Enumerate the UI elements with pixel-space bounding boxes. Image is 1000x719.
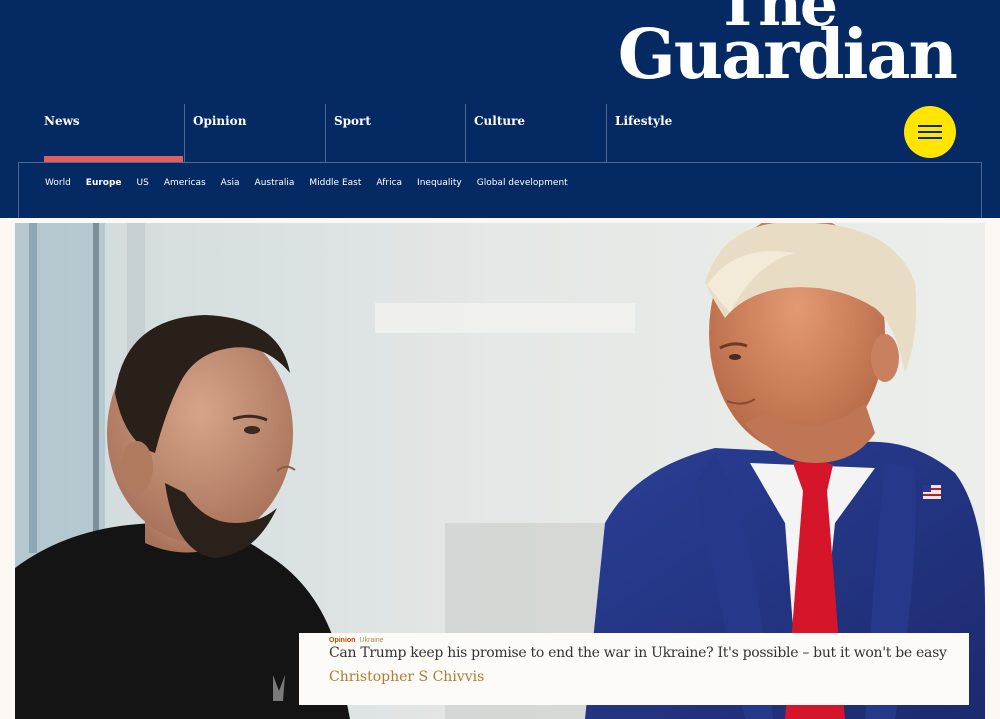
hamburger-icon-bar: [918, 137, 942, 139]
pillar-culture[interactable]: Culture: [465, 104, 605, 162]
article-section[interactable]: Opinion: [329, 637, 355, 644]
pillar-opinion[interactable]: Opinion: [184, 104, 324, 162]
article-headline[interactable]: Can Trump keep his promise to end the wa…: [329, 645, 947, 661]
pillar-opinion-label: Opinion: [193, 114, 247, 128]
pillar-lifestyle-label: Lifestyle: [615, 114, 673, 128]
hamburger-icon: [918, 125, 942, 127]
subnav-australia[interactable]: Australia: [255, 178, 295, 188]
menu-button[interactable]: [904, 106, 956, 158]
pillar-lifestyle[interactable]: Lifestyle: [606, 104, 746, 162]
pillar-sport-label: Sport: [334, 114, 371, 128]
pillar-sport[interactable]: Sport: [325, 104, 465, 162]
subnav-us[interactable]: US: [137, 178, 149, 188]
subnav-americas[interactable]: Americas: [164, 178, 206, 188]
article-tag[interactable]: Ukraine: [359, 637, 383, 644]
subnav-middle-east[interactable]: Middle East: [309, 178, 361, 188]
subnav-world[interactable]: World: [45, 178, 71, 188]
guardian-logo[interactable]: The Guardian: [617, 0, 958, 95]
subnav-europe[interactable]: Europe: [86, 178, 122, 188]
hamburger-icon-bar: [918, 131, 942, 133]
pillar-nav: News Opinion Sport Culture Lifestyle: [0, 104, 1000, 162]
pillar-culture-label: Culture: [474, 114, 526, 128]
pillar-news-label: News: [44, 114, 80, 128]
subnav-asia[interactable]: Asia: [221, 178, 240, 188]
article-kicker: Opinion Ukraine: [329, 637, 384, 644]
article-card[interactable]: Opinion Ukraine Can Trump keep his promis…: [299, 633, 969, 705]
subnav-global-development[interactable]: Global development: [477, 178, 568, 188]
masthead: The Guardian News Opinion Sport Culture …: [0, 0, 1000, 218]
pillar-news[interactable]: News: [44, 104, 184, 162]
logo-line-2: Guardian: [617, 14, 958, 95]
sub-navigation: World Europe US Americas Asia Australia …: [18, 162, 982, 218]
article-byline[interactable]: Christopher S Chivvis: [329, 669, 484, 685]
subnav-africa[interactable]: Africa: [376, 178, 402, 188]
subnav-inequality[interactable]: Inequality: [417, 178, 462, 188]
